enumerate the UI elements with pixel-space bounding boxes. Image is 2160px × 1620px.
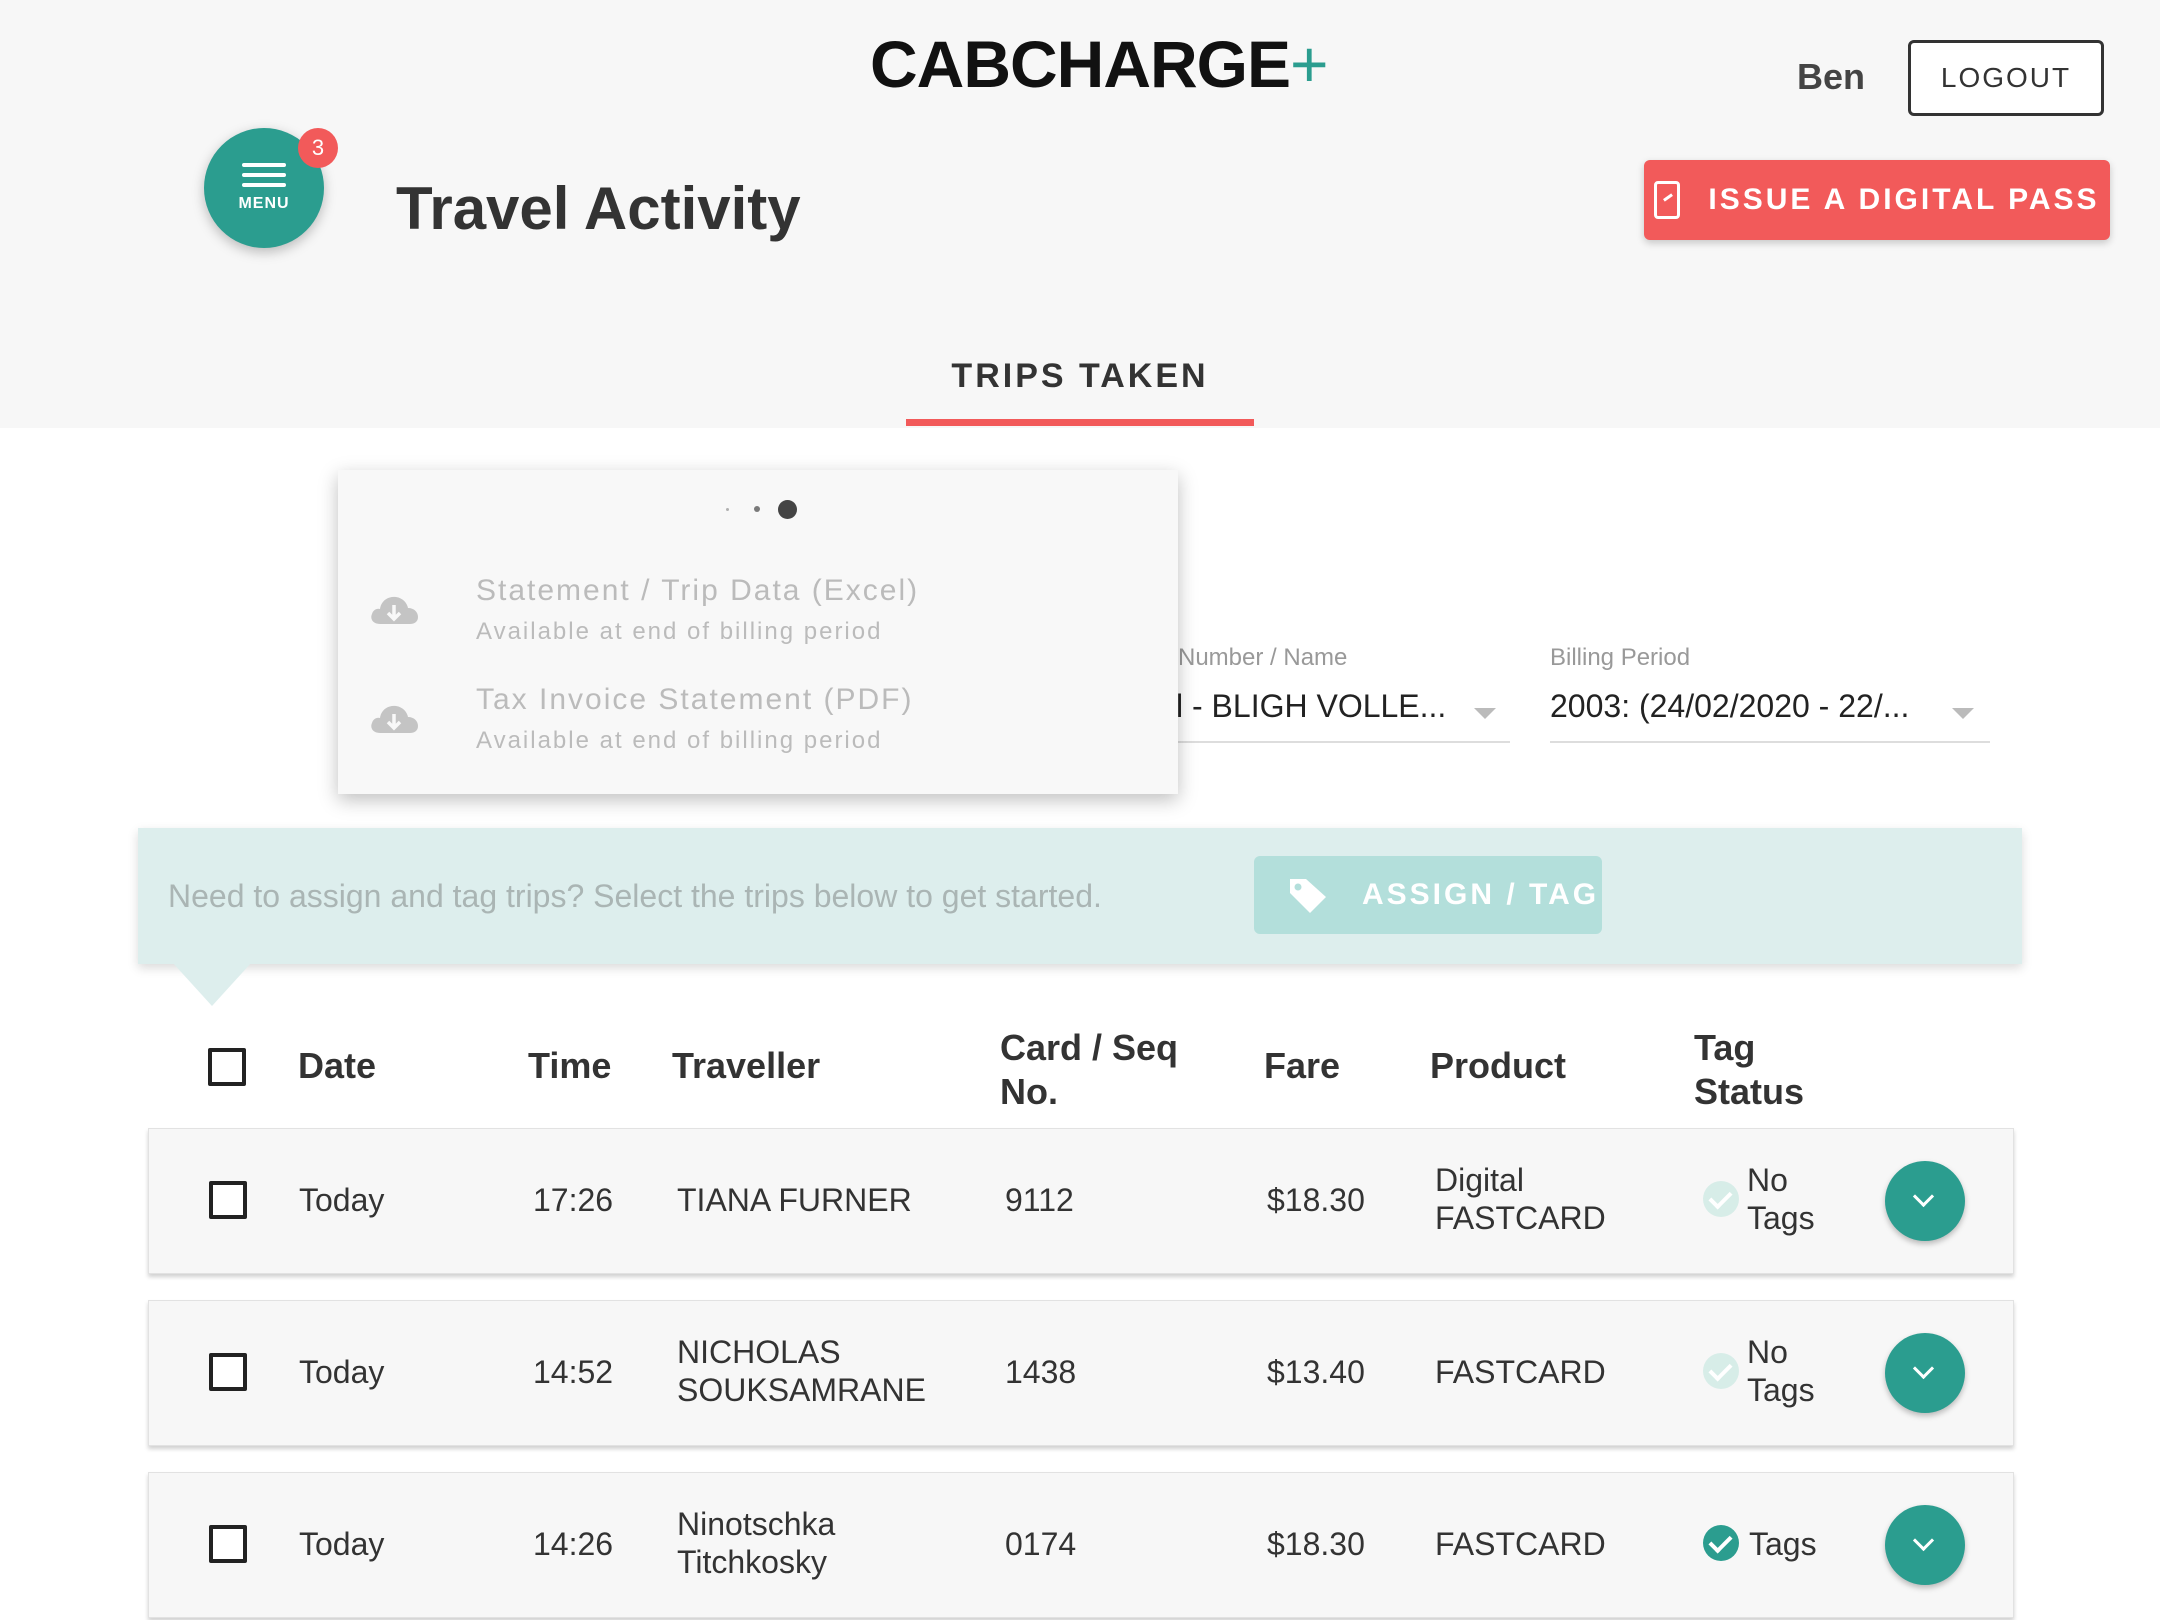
account-filter-label: Number / Name bbox=[1178, 644, 1348, 671]
issue-digital-pass-button[interactable]: ISSUE A DIGITAL PASS bbox=[1644, 160, 2110, 240]
billing-period-value[interactable]: 2003: (24/02/2020 - 22/... bbox=[1550, 688, 1950, 725]
logo: CABCHARGE+ bbox=[870, 27, 1329, 101]
trip-time: 14:52 bbox=[533, 1354, 614, 1390]
trip-card: 9112 bbox=[1005, 1182, 1074, 1218]
chevron-down-icon[interactable] bbox=[1474, 708, 1496, 719]
column-header-card-line2: No. bbox=[1000, 1071, 1058, 1112]
download-excel-subtitle: Available at end of billing period bbox=[476, 618, 883, 645]
assign-tag-bar: Need to assign and tag trips? Select the… bbox=[138, 828, 2022, 964]
column-header-fare[interactable]: Fare bbox=[1264, 1044, 1340, 1088]
digital-pass-icon bbox=[1654, 181, 1681, 219]
issue-digital-pass-label: ISSUE A DIGITAL PASS bbox=[1708, 183, 2100, 216]
trip-product-line1: Digital bbox=[1435, 1162, 1524, 1198]
trip-traveller-line1: NICHOLAS bbox=[677, 1334, 841, 1370]
trip-traveller-line1: Ninotschka bbox=[677, 1506, 836, 1542]
tag-icon bbox=[1290, 879, 1326, 913]
row-checkbox[interactable] bbox=[209, 1353, 247, 1391]
trip-date: Today bbox=[299, 1526, 385, 1562]
trip-date: Today bbox=[299, 1354, 385, 1390]
column-header-card[interactable]: Card / Seq No. bbox=[1000, 1026, 1178, 1114]
trip-traveller: TIANA FURNER bbox=[677, 1182, 912, 1218]
chevron-down-icon bbox=[1912, 1185, 1935, 1208]
assign-bar-pointer bbox=[172, 962, 252, 1006]
expand-row-button[interactable] bbox=[1885, 1161, 1965, 1241]
tab-label: TRIPS TAKEN bbox=[951, 357, 1209, 395]
user-name: Ben bbox=[1797, 56, 1866, 97]
trip-traveller-line2: Titchkosky bbox=[677, 1544, 827, 1580]
check-circle-icon bbox=[1703, 1525, 1739, 1561]
check-circle-icon bbox=[1703, 1353, 1739, 1389]
download-pdf-subtitle: Available at end of billing period bbox=[476, 727, 883, 754]
chevron-down-icon bbox=[1912, 1529, 1935, 1552]
column-header-date[interactable]: Date bbox=[298, 1044, 376, 1088]
active-tab-indicator bbox=[906, 419, 1254, 426]
chevron-down-icon[interactable] bbox=[1952, 708, 1974, 719]
download-pdf-item[interactable]: Tax Invoice Statement (PDF) Available at… bbox=[368, 683, 1148, 773]
trip-tag-status-line1: No bbox=[1747, 1334, 1788, 1370]
assign-tag-button[interactable]: ASSIGN / TAG bbox=[1254, 856, 1602, 934]
menu-label: MENU bbox=[238, 195, 290, 212]
trip-date: Today bbox=[299, 1182, 385, 1218]
trip-product: FASTCARD bbox=[1435, 1354, 1606, 1390]
trip-traveller: NICHOLAS SOUKSAMRANE bbox=[677, 1333, 926, 1409]
page-title: Travel Activity bbox=[396, 175, 801, 242]
select-all-checkbox[interactable] bbox=[208, 1048, 246, 1086]
trip-tag-status: No Tags bbox=[1747, 1161, 1815, 1237]
trip-traveller: Ninotschka Titchkosky bbox=[677, 1505, 835, 1581]
assign-tag-prompt: Need to assign and tag trips? Select the… bbox=[168, 878, 1102, 914]
check-circle-icon bbox=[1703, 1181, 1739, 1217]
column-header-card-line1: Card / Seq bbox=[1000, 1027, 1179, 1068]
trip-card: 0174 bbox=[1005, 1526, 1077, 1562]
notification-badge: 3 bbox=[298, 128, 338, 168]
trip-tag-status-line1: No bbox=[1747, 1162, 1788, 1198]
download-excel-item[interactable]: Statement / Trip Data (Excel) Available … bbox=[368, 574, 1148, 664]
download-menu: Statement / Trip Data (Excel) Available … bbox=[338, 470, 1178, 794]
trip-fare: $18.30 bbox=[1267, 1182, 1365, 1218]
table-row[interactable]: Today 17:26 TIANA FURNER 9112 $18.30 Dig… bbox=[148, 1128, 2014, 1274]
column-header-product[interactable]: Product bbox=[1430, 1044, 1566, 1088]
column-header-time[interactable]: Time bbox=[528, 1044, 611, 1088]
download-pdf-title: Tax Invoice Statement (PDF) bbox=[476, 683, 914, 716]
trip-fare: $13.40 bbox=[1267, 1354, 1365, 1390]
trip-product: FASTCARD bbox=[1435, 1526, 1606, 1562]
menu-icon bbox=[242, 163, 286, 187]
trip-product-line2: FASTCARD bbox=[1435, 1200, 1606, 1236]
expand-row-button[interactable] bbox=[1885, 1333, 1965, 1413]
expand-row-button[interactable] bbox=[1885, 1505, 1965, 1585]
column-header-tag-status[interactable]: Tag Status bbox=[1694, 1026, 1804, 1114]
logout-button[interactable]: LOGOUT bbox=[1908, 40, 2104, 116]
trip-product: Digital FASTCARD bbox=[1435, 1161, 1606, 1237]
trip-tag-status: No Tags bbox=[1747, 1333, 1815, 1409]
tab-trips-taken[interactable]: TRIPS TAKEN bbox=[906, 330, 1254, 426]
row-checkbox[interactable] bbox=[209, 1181, 247, 1219]
trip-time: 14:26 bbox=[533, 1526, 614, 1562]
row-checkbox[interactable] bbox=[209, 1525, 247, 1563]
column-header-traveller[interactable]: Traveller bbox=[672, 1044, 820, 1088]
billing-period-label: Billing Period bbox=[1550, 644, 1691, 671]
account-filter-underline bbox=[1178, 741, 1510, 743]
table-row[interactable]: Today 14:26 Ninotschka Titchkosky 0174 $… bbox=[148, 1472, 2014, 1618]
download-excel-title: Statement / Trip Data (Excel) bbox=[476, 574, 920, 607]
loading-indicator bbox=[726, 500, 806, 520]
trip-time: 17:26 bbox=[533, 1182, 614, 1218]
trip-fare: $18.30 bbox=[1267, 1526, 1365, 1562]
trip-traveller-line2: SOUKSAMRANE bbox=[677, 1372, 926, 1408]
column-header-tag-line2: Status bbox=[1694, 1071, 1805, 1112]
table-row[interactable]: Today 14:52 NICHOLAS SOUKSAMRANE 1438 $1… bbox=[148, 1300, 2014, 1446]
account-filter-value[interactable]: l - BLIGH VOLLE... bbox=[1176, 688, 1466, 725]
column-header-tag-line1: Tag bbox=[1694, 1027, 1756, 1068]
assign-tag-label: ASSIGN / TAG bbox=[1362, 878, 1600, 911]
chevron-down-icon bbox=[1912, 1357, 1935, 1380]
cloud-download-icon bbox=[371, 596, 418, 624]
billing-period-underline bbox=[1550, 741, 1990, 743]
trip-card: 1438 bbox=[1005, 1354, 1077, 1390]
cloud-download-icon bbox=[371, 705, 418, 733]
trip-tag-status: Tags bbox=[1749, 1526, 1817, 1562]
trip-tag-status-line2: Tags bbox=[1747, 1200, 1815, 1236]
trip-tag-status-line2: Tags bbox=[1747, 1372, 1815, 1408]
header: CABCHARGE+ Ben LOGOUT MENU 3 Travel Acti… bbox=[0, 0, 2160, 428]
